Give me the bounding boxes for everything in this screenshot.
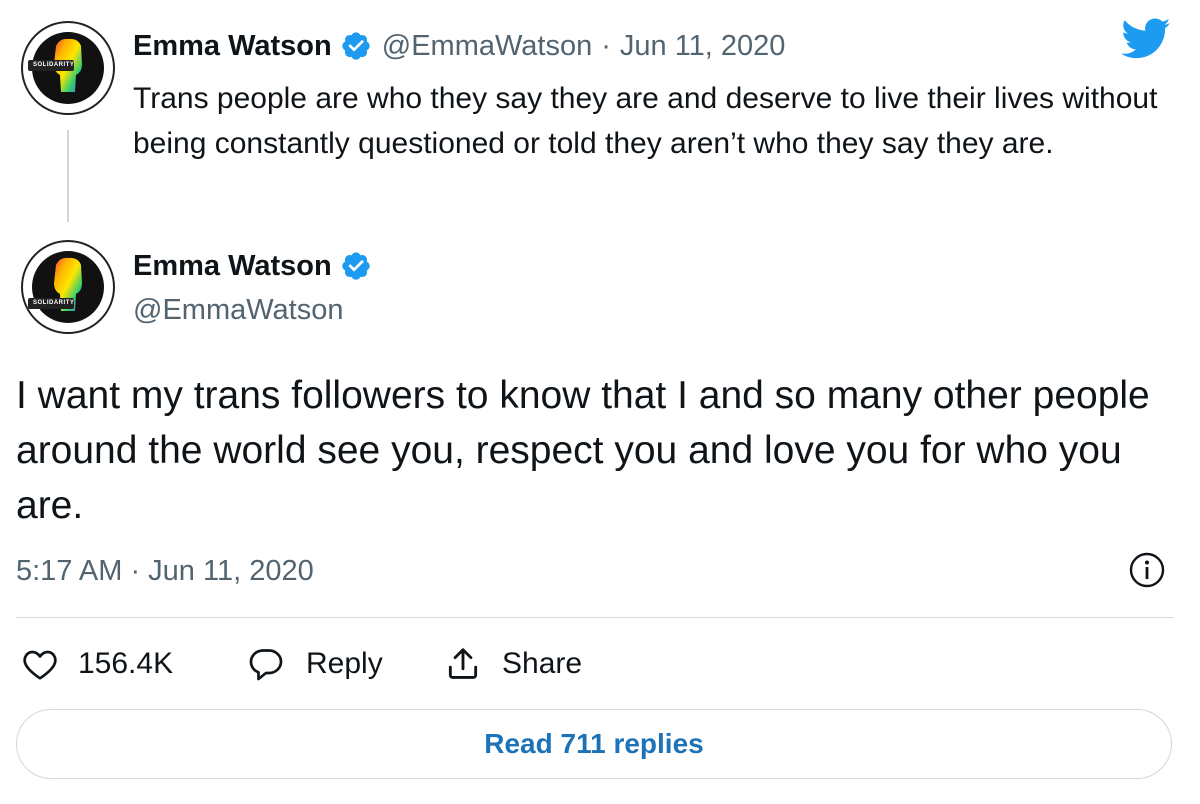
avatar[interactable] xyxy=(18,18,118,118)
tweet-date[interactable]: Jun 11, 2020 xyxy=(620,30,786,63)
heart-icon xyxy=(23,650,57,680)
parent-tweet-text: Trans people are who they say they are a… xyxy=(133,82,1158,160)
author-name[interactable]: Emma Watson xyxy=(133,30,332,63)
divider xyxy=(16,617,1174,618)
author-handle[interactable]: @EmmaWatson xyxy=(382,30,592,63)
avatar-badge-text: SOLIDARITY xyxy=(33,300,75,306)
author-handle[interactable]: @EmmaWatson xyxy=(133,294,343,327)
author-name[interactable]: Emma Watson xyxy=(133,250,332,283)
avatar-image xyxy=(18,237,118,337)
avatar-badge-text: SOLIDARITY xyxy=(33,62,75,68)
share-label: Share xyxy=(502,647,583,680)
reply-label: Reply xyxy=(306,647,383,680)
verified-badge-icon xyxy=(342,252,370,280)
like-button[interactable]: 156.4K xyxy=(22,643,173,685)
tweet-timestamp[interactable]: 5:17 AM · Jun 11, 2020 xyxy=(16,555,314,588)
read-replies-button[interactable]: Read 711 replies xyxy=(16,709,1172,779)
parent-tweet-header: Emma Watson @EmmaWatson · Jun 11, 2020 xyxy=(133,26,785,66)
avatar-image xyxy=(18,18,118,118)
thread-connector-line xyxy=(67,130,69,222)
info-icon[interactable] xyxy=(1128,551,1166,589)
reply-button[interactable]: Reply xyxy=(246,643,383,685)
share-icon xyxy=(448,648,478,679)
like-count: 156.4K xyxy=(78,647,174,680)
twitter-bird-icon[interactable] xyxy=(1121,18,1171,60)
reply-bubble-icon xyxy=(249,649,283,681)
main-tweet-text: I want my trans followers to know that I… xyxy=(16,374,1150,527)
main-tweet-header: Emma Watson xyxy=(133,246,372,286)
separator-dot: · xyxy=(601,29,611,62)
share-button[interactable]: Share xyxy=(444,643,582,685)
avatar[interactable] xyxy=(18,237,118,337)
read-replies-label: Read 711 replies xyxy=(484,728,704,759)
verified-badge-icon xyxy=(342,32,370,60)
